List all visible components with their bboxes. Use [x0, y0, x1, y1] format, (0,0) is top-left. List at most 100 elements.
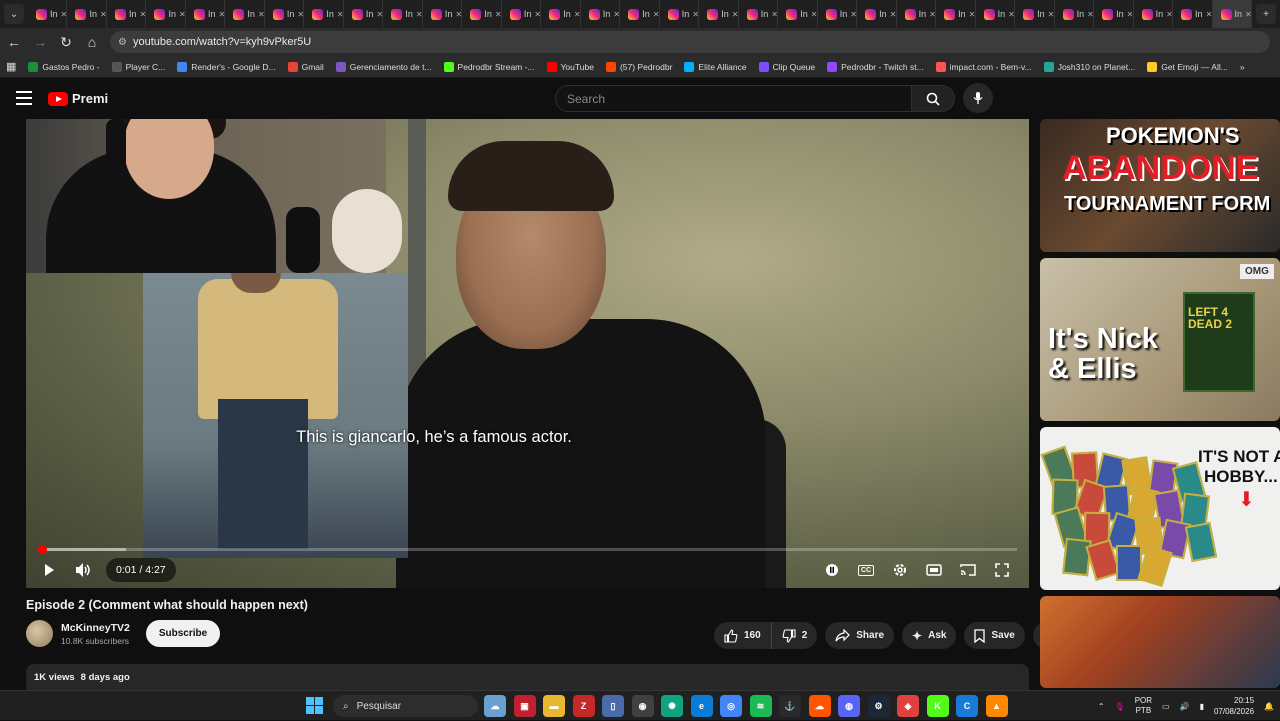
app-icon[interactable]: ▯: [602, 695, 624, 717]
browser-tab[interactable]: In ✕: [304, 0, 344, 28]
close-icon[interactable]: ✕: [1166, 10, 1172, 19]
weather-widget-icon[interactable]: ☁: [484, 695, 506, 717]
more-bookmarks-icon[interactable]: »: [1234, 62, 1251, 72]
forward-icon[interactable]: →: [28, 30, 52, 54]
browser-tab[interactable]: In ✕: [225, 0, 265, 28]
volume-button[interactable]: [66, 555, 100, 585]
close-icon[interactable]: ✕: [890, 10, 896, 19]
ccleaner-icon[interactable]: C: [956, 695, 978, 717]
browser-tab[interactable]: In ✕: [383, 0, 423, 28]
app-icon[interactable]: ◈: [897, 695, 919, 717]
bookmark-item[interactable]: Render's - Google D...: [171, 61, 281, 72]
back-icon[interactable]: ←: [2, 30, 26, 54]
close-icon[interactable]: ✕: [1206, 10, 1212, 19]
close-icon[interactable]: ✕: [337, 10, 343, 19]
recommended-video-thumbnail[interactable]: POKEMON'S ABANDONE TOURNAMENT FORM: [1040, 119, 1280, 252]
captions-button[interactable]: CC: [849, 555, 883, 585]
browser-tab[interactable]: In ✕: [1055, 0, 1095, 28]
browser-tab[interactable]: In ✕: [976, 0, 1016, 28]
browser-tab[interactable]: In ✕: [107, 0, 147, 28]
share-button[interactable]: Share: [825, 622, 895, 649]
close-icon[interactable]: ✕: [376, 10, 382, 19]
recommended-video-thumbnail[interactable]: [1040, 596, 1280, 688]
browser-tab[interactable]: In ✕: [660, 0, 700, 28]
close-icon[interactable]: ✕: [811, 10, 817, 19]
progress-bar[interactable]: [37, 545, 1017, 554]
close-icon[interactable]: ✕: [850, 10, 856, 19]
browser-tab[interactable]: In ✕: [936, 0, 976, 28]
steam-icon[interactable]: ⚙: [867, 695, 890, 717]
channel-avatar[interactable]: [26, 620, 53, 647]
clock[interactable]: 20:15 07/08/2026: [1214, 695, 1254, 717]
close-icon[interactable]: ✕: [653, 10, 659, 19]
language-indicator[interactable]: POR PTB: [1135, 696, 1152, 716]
close-icon[interactable]: ✕: [692, 10, 698, 19]
new-tab-button[interactable]: +: [1256, 4, 1276, 24]
browser-tab[interactable]: In ✕: [778, 0, 818, 28]
microphone-icon[interactable]: 🎙: [1115, 702, 1125, 711]
close-icon[interactable]: ✕: [929, 10, 935, 19]
close-icon[interactable]: ✕: [534, 10, 540, 19]
spotify-icon[interactable]: ≋: [749, 695, 772, 717]
taskbar-search[interactable]: ⌕ Pesquisar: [333, 695, 478, 717]
search-input[interactable]: Search: [555, 85, 912, 112]
browser-tab[interactable]: In ✕: [1094, 0, 1134, 28]
browser-tab[interactable]: In ✕: [1134, 0, 1174, 28]
close-icon[interactable]: ✕: [732, 10, 738, 19]
kick-icon[interactable]: K: [926, 695, 949, 717]
browser-tab[interactable]: In ✕: [462, 0, 502, 28]
discord-icon[interactable]: ◍: [838, 695, 860, 717]
browser-tab[interactable]: In ✕: [67, 0, 107, 28]
apps-icon[interactable]: ▦: [0, 60, 22, 73]
cast-button[interactable]: [951, 555, 985, 585]
close-icon[interactable]: ✕: [1048, 10, 1054, 19]
video-player[interactable]: This is giancarlo, he’s a famous actor. …: [26, 119, 1029, 588]
browser-tab[interactable]: In ✕: [1015, 0, 1055, 28]
search-button[interactable]: [911, 85, 955, 112]
site-info-icon[interactable]: ⚙: [118, 37, 127, 48]
bookmark-item[interactable]: (57) Pedrodbr: [600, 61, 678, 72]
browser-tab[interactable]: In ✕: [28, 0, 68, 28]
subscribe-button[interactable]: Subscribe: [145, 620, 221, 647]
home-icon[interactable]: ⌂: [80, 30, 104, 54]
recommended-video-thumbnail[interactable]: OMG LEFT 4 DEAD 2 It's Nick & Ellis: [1040, 258, 1280, 421]
description-box[interactable]: 1K views 8 days ago: [26, 664, 1029, 690]
obs-icon[interactable]: ◉: [631, 695, 654, 717]
dislike-button[interactable]: 2: [771, 622, 818, 649]
close-icon[interactable]: ✕: [218, 10, 224, 19]
browser-tab[interactable]: In ✕: [857, 0, 897, 28]
browser-tab[interactable]: In ✕: [502, 0, 542, 28]
close-icon[interactable]: ✕: [771, 10, 777, 19]
channel-name[interactable]: McKinneyTV2: [61, 622, 130, 634]
close-icon[interactable]: ✕: [1245, 10, 1251, 19]
browser-tab[interactable]: In ✕: [897, 0, 937, 28]
bookmark-item[interactable]: Pedrodbr - Twitch st...: [821, 61, 930, 72]
bookmark-item[interactable]: Pedrodbr Stream -...: [438, 61, 541, 72]
close-icon[interactable]: ✕: [61, 10, 67, 19]
bookmark-item[interactable]: Clip Queue: [753, 61, 822, 72]
theater-mode-button[interactable]: [917, 555, 951, 585]
recommended-video-thumbnail[interactable]: IT'S NOT A HOBBY... ⬇: [1040, 427, 1280, 590]
settings-button[interactable]: [883, 555, 917, 585]
play-button[interactable]: [32, 555, 66, 585]
close-icon[interactable]: ✕: [297, 10, 303, 19]
browser-tab[interactable]: In ✕: [186, 0, 226, 28]
tab-search-button[interactable]: ⌄: [4, 4, 24, 24]
bookmark-item[interactable]: Player C...: [106, 61, 172, 72]
vlc-icon[interactable]: ▲: [985, 695, 1008, 717]
chatgpt-icon[interactable]: ✺: [661, 695, 683, 717]
chevron-up-icon[interactable]: ⌃: [1098, 702, 1105, 711]
browser-tab[interactable]: In ✕: [818, 0, 858, 28]
bookmark-item[interactable]: Gmail: [282, 61, 330, 72]
close-icon[interactable]: ✕: [495, 10, 501, 19]
browser-tab[interactable]: In ✕: [620, 0, 660, 28]
close-icon[interactable]: ✕: [969, 10, 975, 19]
close-icon[interactable]: ✕: [1127, 10, 1133, 19]
close-icon[interactable]: ✕: [1008, 10, 1014, 19]
bookmark-item[interactable]: impact.com - Bem-v...: [930, 61, 1038, 72]
close-icon[interactable]: ✕: [416, 10, 422, 19]
bookmark-item[interactable]: Josh310 on Planet...: [1038, 61, 1142, 72]
battery-icon[interactable]: ▮: [1200, 702, 1204, 711]
browser-tab[interactable]: In ✕: [423, 0, 463, 28]
close-icon[interactable]: ✕: [139, 10, 145, 19]
